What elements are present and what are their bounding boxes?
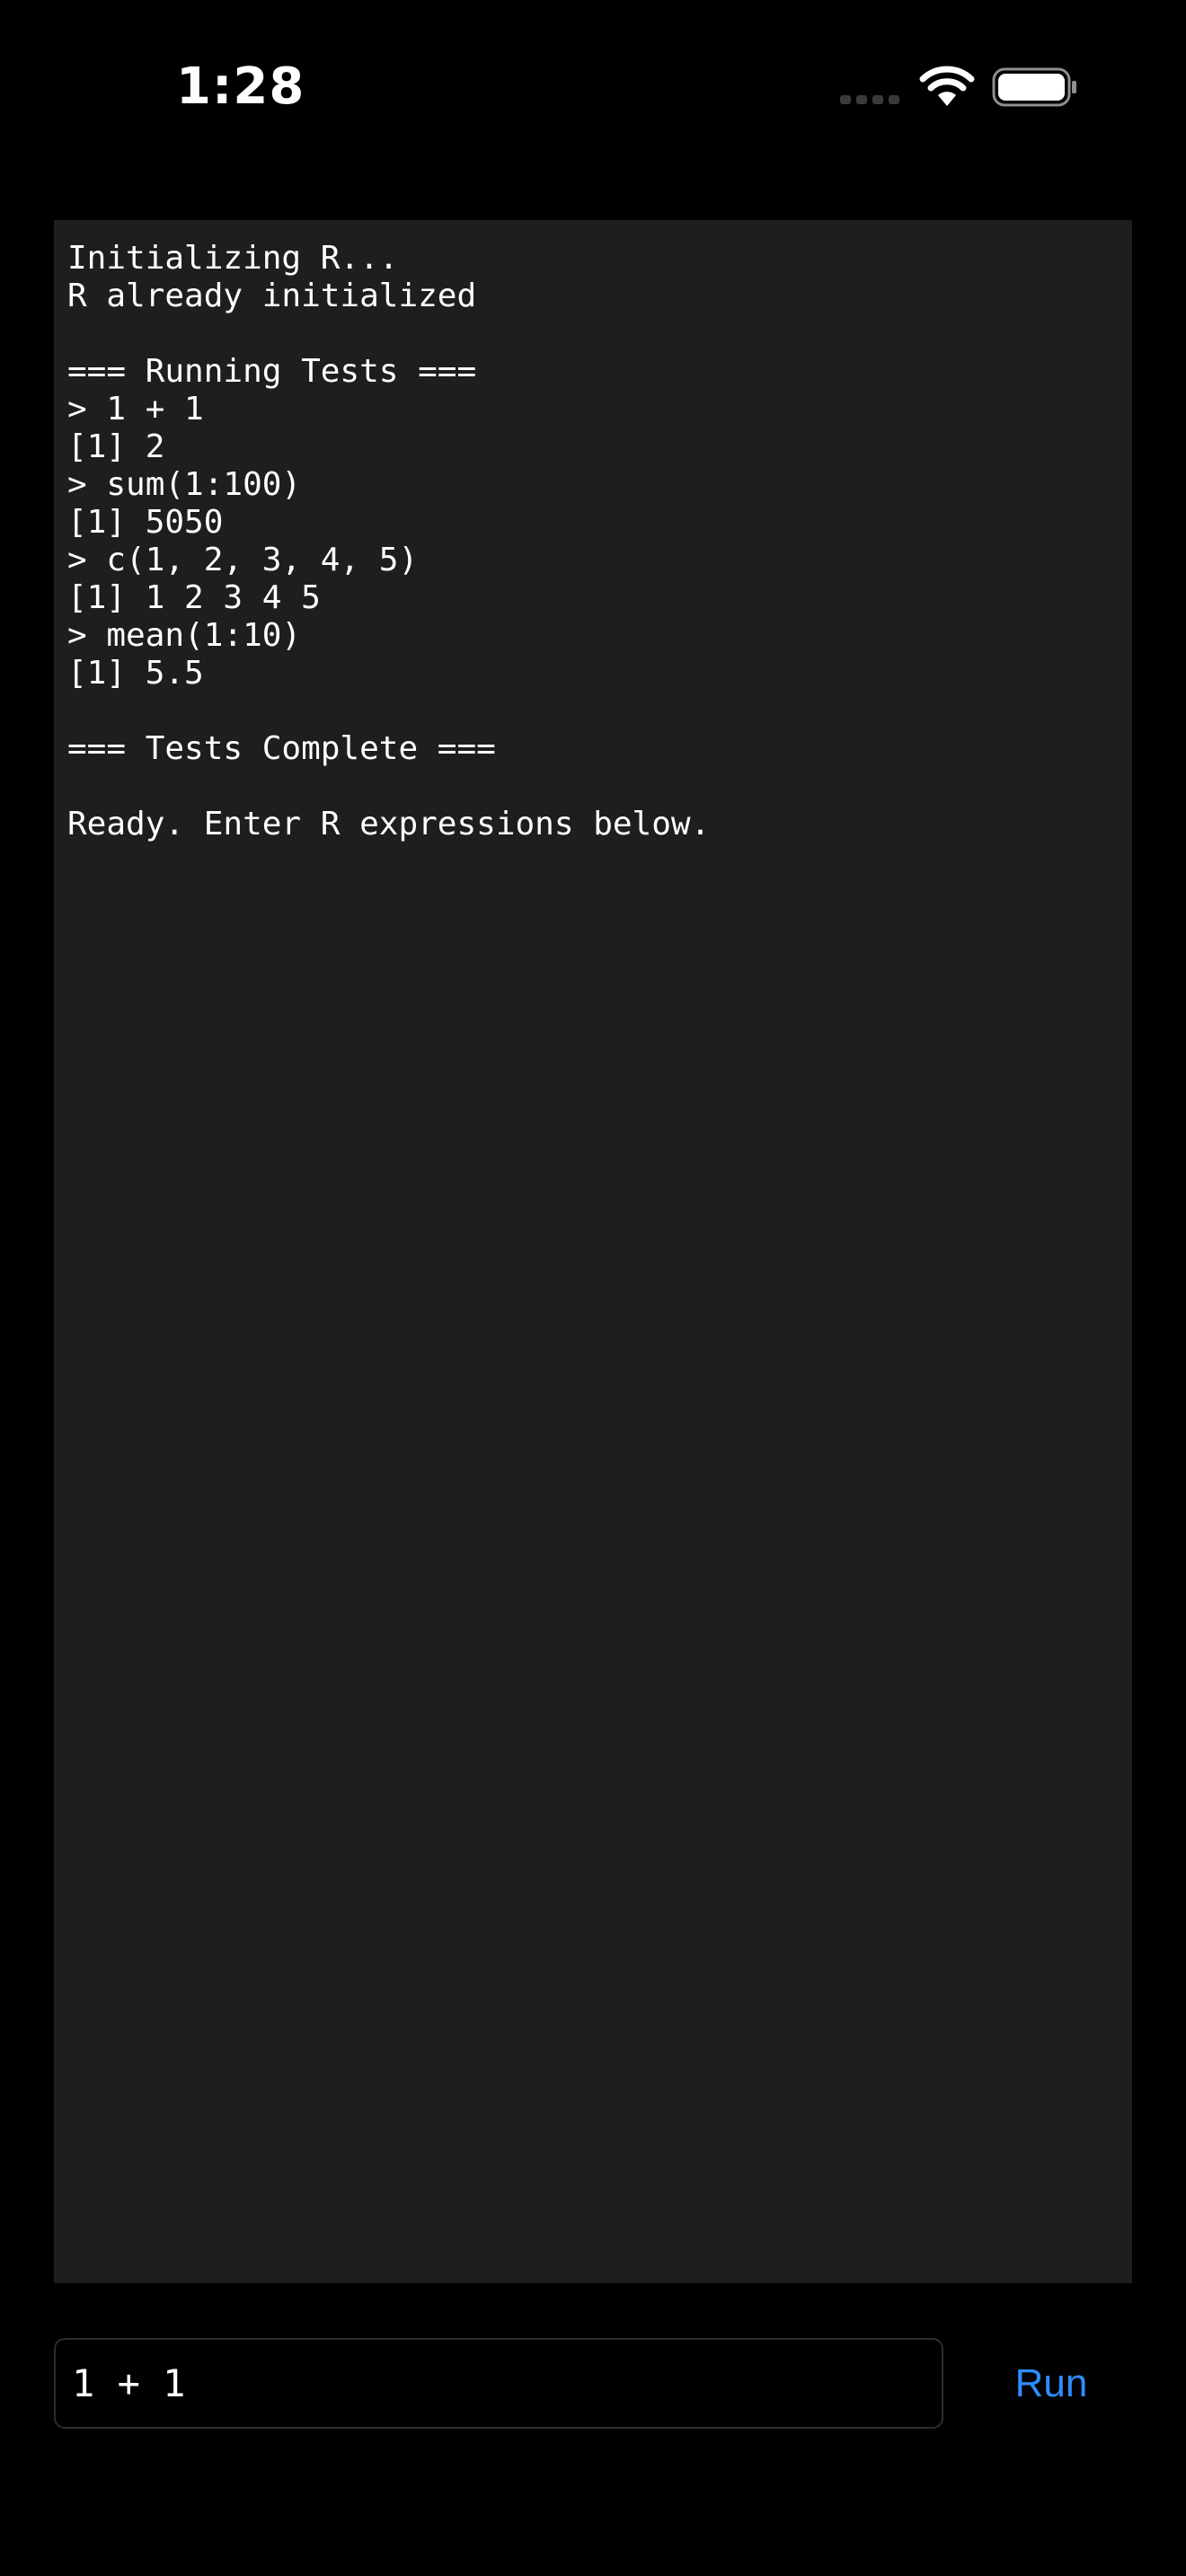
console-line: === Tests Complete === <box>67 730 496 767</box>
console-output[interactable]: Initializing R... R already initialized ==… <box>54 220 1132 2283</box>
console-line: === Running Tests === <box>67 353 477 390</box>
console-line: > mean(1:10) <box>67 617 302 654</box>
console-line: [1] 2 <box>67 428 165 465</box>
console-line: [1] 1 2 3 4 5 <box>67 579 321 616</box>
console-line: > c(1, 2, 3, 4, 5) <box>67 542 419 578</box>
console-line: Ready. Enter R expressions below. <box>67 806 711 842</box>
status-bar: 1:28 <box>0 0 1186 180</box>
console-line: Initializing R... <box>67 240 399 277</box>
battery-icon <box>992 67 1076 107</box>
run-button[interactable]: Run <box>988 2338 1114 2429</box>
wifi-icon <box>919 66 975 106</box>
console-line: [1] 5.5 <box>67 655 204 692</box>
console-line: R already initialized <box>67 278 477 314</box>
console-line: > 1 + 1 <box>67 391 204 428</box>
cellular-signal-icon <box>840 95 899 104</box>
console-line: > sum(1:100) <box>67 466 302 503</box>
expression-input[interactable] <box>54 2338 943 2429</box>
status-time: 1:28 <box>176 57 305 116</box>
console-line: [1] 5050 <box>67 504 224 541</box>
